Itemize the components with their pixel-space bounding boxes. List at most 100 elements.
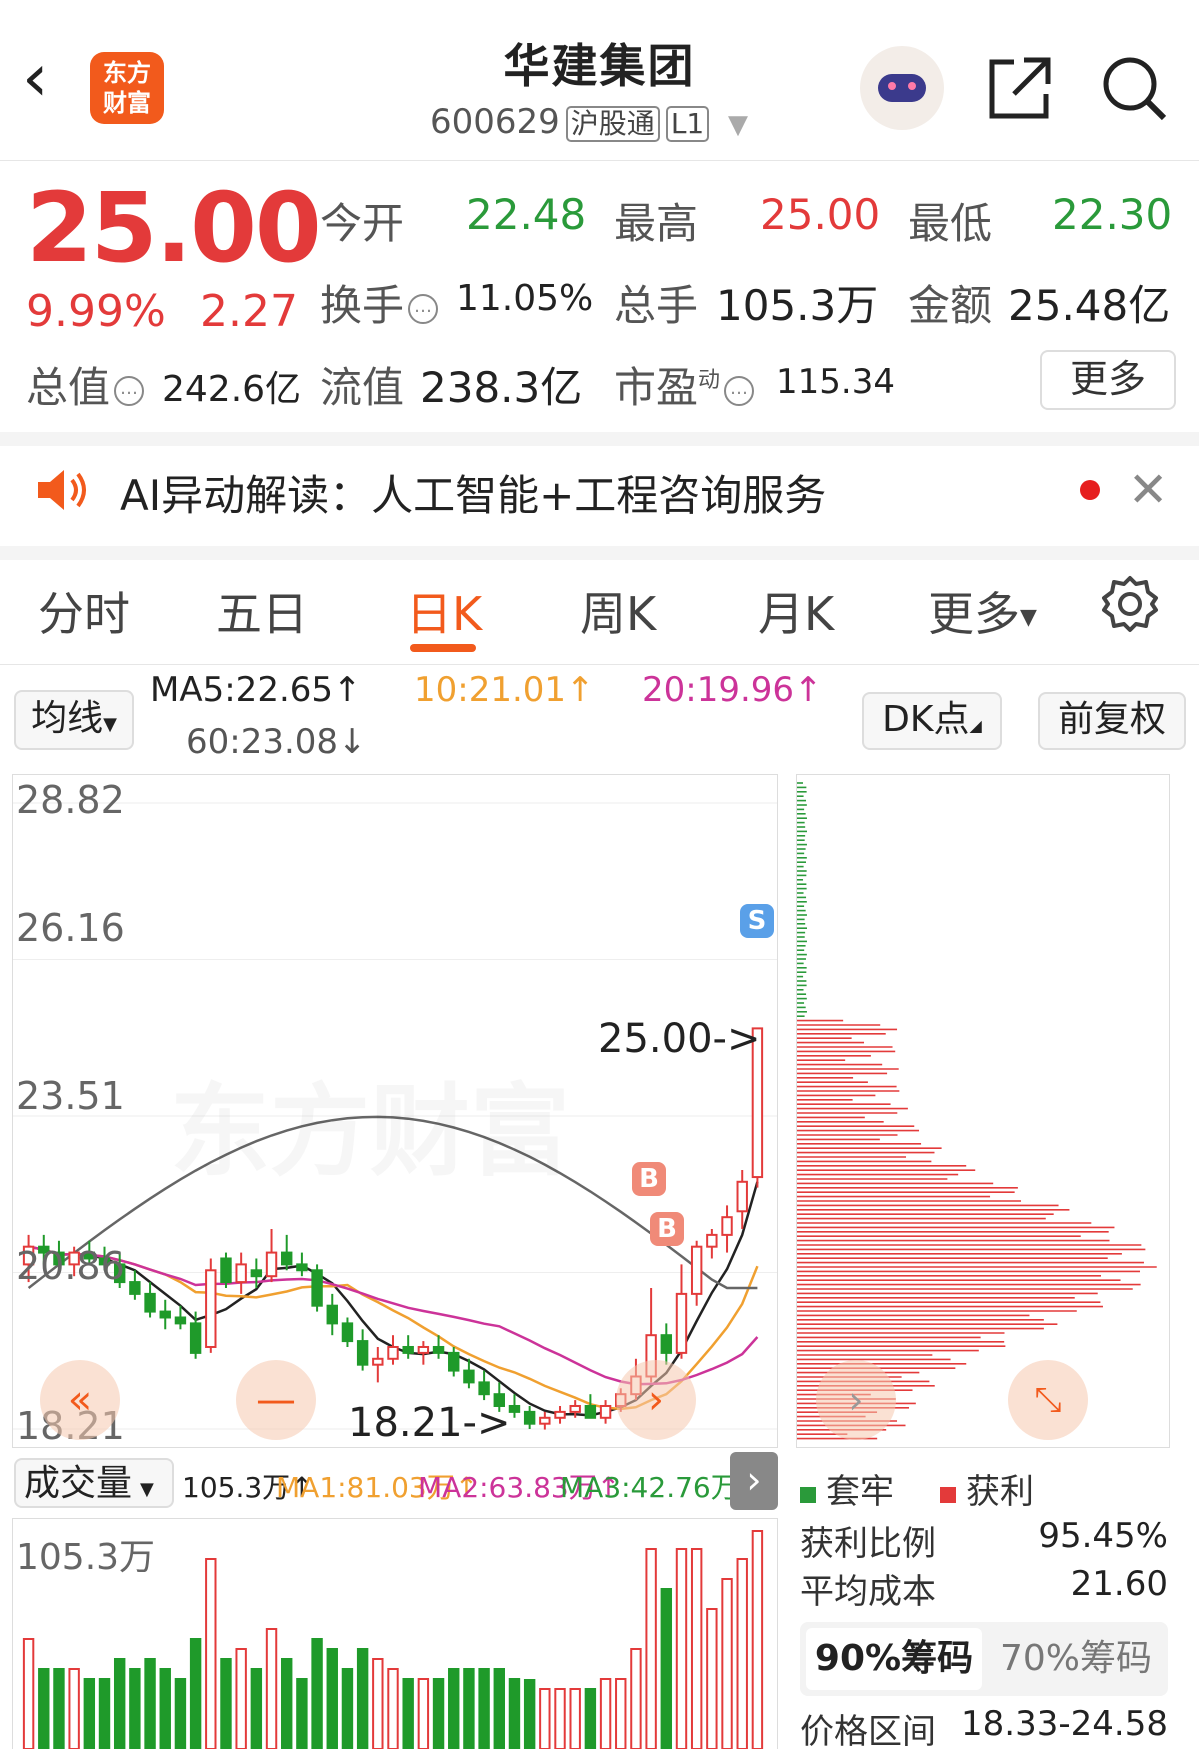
candle-body <box>235 1263 247 1284</box>
chip-nav-icon[interactable]: › <box>816 1360 896 1440</box>
candle-body <box>523 1410 536 1425</box>
turnover-label: 换手… <box>320 272 442 333</box>
scroll-right-icon[interactable]: › <box>616 1360 696 1440</box>
candle-body <box>174 1316 187 1325</box>
ai-insight-text[interactable]: AI异动解读：人工智能+工程咨询服务 <box>120 462 826 523</box>
ai-assistant-icon[interactable] <box>860 46 944 130</box>
price-range-value: 18.33-24.58 <box>961 1704 1168 1744</box>
volume-bar <box>98 1678 111 1749</box>
dk-point-button[interactable]: DK点◢ <box>862 692 1002 750</box>
ma60-value: 60:23.08↓ <box>186 722 367 762</box>
candle-body <box>265 1251 278 1278</box>
more-quote-button[interactable]: 更多 <box>1040 350 1176 410</box>
volume-bar <box>402 1678 414 1749</box>
profit-ratio-label: 获利比例 <box>800 1524 936 1564</box>
candle-body <box>220 1257 232 1284</box>
caret-down-icon: ▼ <box>728 110 749 140</box>
low-label: 最低 <box>908 199 993 248</box>
candle-body <box>478 1381 490 1396</box>
close-icon[interactable]: ✕ <box>1128 462 1168 518</box>
legend-profit: 获利 <box>940 1464 1034 1513</box>
volume-bar <box>721 1578 733 1749</box>
candle-body <box>281 1251 293 1266</box>
volume-bar <box>706 1608 718 1749</box>
high-annotation: 25.00-> <box>598 1016 761 1062</box>
volume-bar <box>372 1658 384 1749</box>
adjust-button[interactable]: 前复权 <box>1038 692 1186 750</box>
change-amount: 2.27 <box>200 286 298 337</box>
volume-label: 总手 <box>614 281 699 330</box>
candle-body <box>463 1369 475 1384</box>
watermark: 东方财富 <box>170 1050 570 1195</box>
y-tick: 28.82 <box>16 778 125 822</box>
chip-distribution-chart[interactable] <box>796 774 1170 1448</box>
candle-body <box>432 1345 445 1354</box>
volume-y-top: 105.3万 <box>16 1537 156 1578</box>
candle-body <box>341 1322 354 1343</box>
low-annotation: 18.21-> <box>348 1400 511 1446</box>
tab-weekly-k[interactable]: 周K <box>580 578 656 644</box>
pe-value: 115.34 <box>776 362 895 402</box>
volume-select[interactable]: 成交量 ▼ <box>14 1458 174 1508</box>
candle-body <box>326 1304 338 1325</box>
volume-bar <box>174 1678 187 1749</box>
volume-bar <box>569 1688 581 1749</box>
volume-bar <box>311 1638 323 1749</box>
seg-90-button[interactable]: 90%筹码 <box>806 1628 982 1690</box>
open-label: 今开 <box>320 199 405 248</box>
tab-daily-k[interactable]: 日K <box>406 578 482 644</box>
tab-intraday[interactable]: 分时 <box>38 578 130 644</box>
volume-bar <box>539 1688 551 1749</box>
buy-signal-marker[interactable]: B <box>650 1212 684 1246</box>
search-icon[interactable] <box>1098 52 1170 124</box>
volume-bar <box>205 1558 217 1749</box>
indicator-select[interactable]: 均线▼ <box>14 690 134 750</box>
share-icon[interactable] <box>984 52 1056 124</box>
volume-bar <box>144 1658 156 1749</box>
volume-bar <box>630 1648 642 1749</box>
volume-bar <box>463 1668 475 1749</box>
ma20-value: 20:19.96↑ <box>642 670 823 710</box>
buy-signal-marker[interactable]: B <box>632 1162 666 1196</box>
tab-monthly-k[interactable]: 月K <box>758 578 834 644</box>
candle-body <box>144 1292 156 1313</box>
candle-body <box>554 1410 566 1419</box>
seg-70-button[interactable]: 70%筹码 <box>990 1628 1162 1690</box>
volume-bar <box>113 1658 126 1749</box>
price-range-label: 价格区间 <box>800 1712 936 1752</box>
candle-body <box>660 1334 673 1354</box>
avg-cost-label: 平均成本 <box>800 1572 936 1612</box>
zoom-out-icon[interactable]: — <box>236 1360 316 1440</box>
tab-five-day[interactable]: 五日 <box>216 578 308 644</box>
candle-body <box>539 1416 551 1425</box>
expand-arrow-icon[interactable]: › <box>730 1452 778 1510</box>
volume-value: 105.3万 <box>716 281 879 330</box>
pe-label: 市盈动… <box>614 354 758 415</box>
settings-gear-icon[interactable] <box>1100 574 1160 634</box>
float-label: 流值 <box>320 363 405 412</box>
candle-body <box>584 1404 597 1419</box>
volume-bar <box>584 1688 597 1749</box>
info-icon[interactable]: … <box>724 375 755 406</box>
candle-body <box>721 1216 733 1236</box>
stock-code-row[interactable]: 600629 沪股通 L1 ▼ <box>430 102 748 142</box>
volume-bar <box>645 1548 657 1749</box>
info-icon[interactable]: … <box>114 375 145 406</box>
candle-body <box>675 1292 688 1354</box>
divider <box>0 546 1199 560</box>
scroll-left-icon[interactable]: « <box>40 1360 120 1440</box>
avg-cost-value: 21.60 <box>1070 1564 1168 1604</box>
expand-icon[interactable]: ⤡ <box>1008 1360 1088 1440</box>
info-icon[interactable]: … <box>408 293 439 324</box>
candle-body <box>205 1269 217 1348</box>
tab-more[interactable]: 更多▼ <box>928 578 1037 644</box>
volume-bar <box>448 1668 460 1749</box>
volume-bar <box>250 1668 263 1749</box>
volume-bar <box>751 1530 764 1749</box>
volume-bar <box>690 1548 703 1749</box>
volume-bar <box>736 1558 748 1749</box>
stock-code: 600629 <box>430 102 560 142</box>
divider <box>0 432 1199 446</box>
volume-bar <box>159 1668 171 1749</box>
sell-signal-marker[interactable]: S <box>740 904 774 938</box>
